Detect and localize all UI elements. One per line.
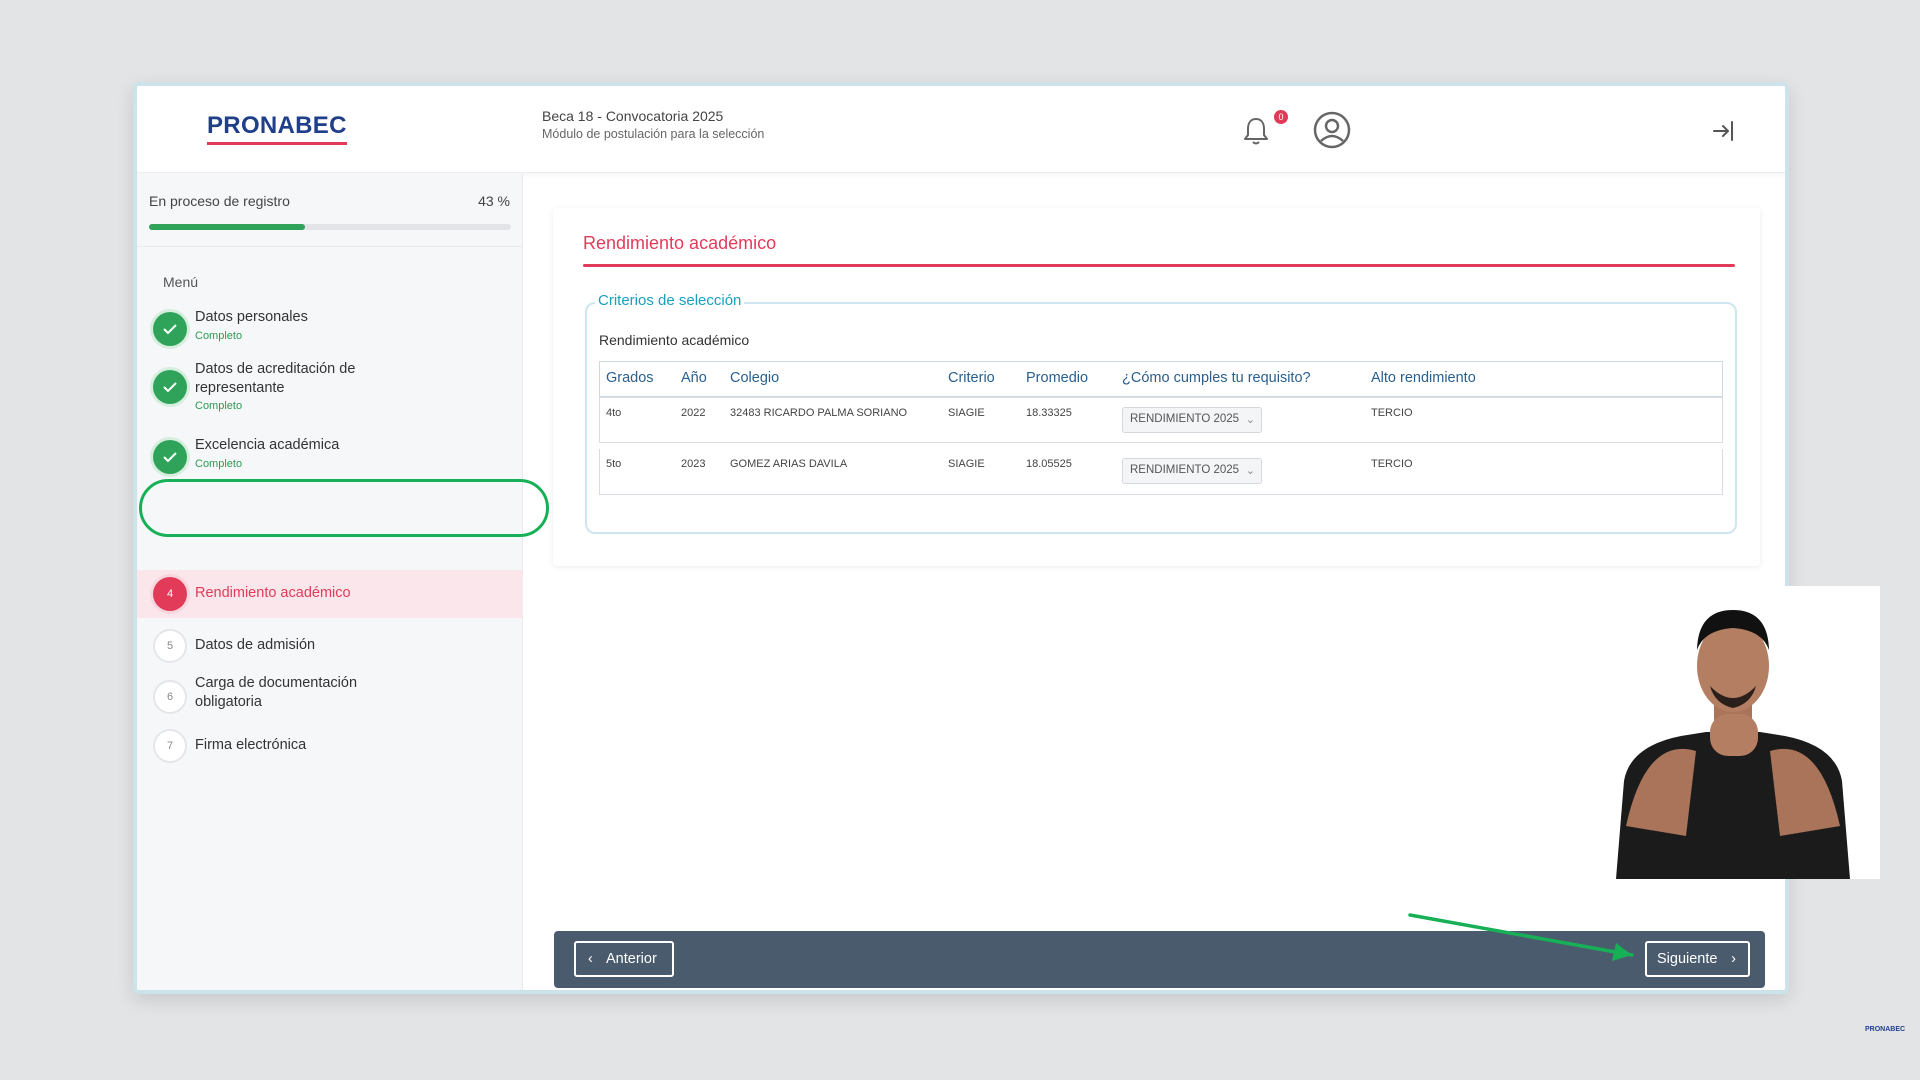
- chevron-right-icon: ›: [1731, 951, 1736, 967]
- column-header-requisito: ¿Cómo cumples tu requisito?: [1122, 370, 1311, 386]
- step-title: Excelencia académica: [195, 437, 340, 453]
- check-icon: [153, 370, 187, 404]
- chevron-down-icon: ⌄: [1245, 414, 1255, 426]
- pronabec-logo: PRONABEC: [207, 112, 347, 145]
- cell-promedio: 18.05525: [1026, 458, 1072, 470]
- fieldset-legend: Criterios de selección: [595, 292, 745, 309]
- check-icon: [153, 312, 187, 346]
- sidebar-step-carga-documentacion[interactable]: 6 Carga de documentación obligatoria: [137, 674, 523, 720]
- progress-bar-fill: [149, 224, 305, 230]
- step-title: Firma electrónica: [195, 737, 307, 753]
- sidebar-step-datos-acreditacion[interactable]: Datos de acreditación de representante C…: [137, 358, 523, 418]
- step-number: 5: [153, 629, 187, 663]
- cell-colegio: GOMEZ ARIAS DAVILA: [730, 458, 848, 470]
- app-window: PRONABEC Beca 18 - Convocatoria 2025 Mód…: [133, 82, 1789, 994]
- annotation-highlight: [139, 479, 549, 537]
- column-header-anio: Año: [681, 370, 707, 386]
- sidebar-step-firma-electronica[interactable]: 7 Firma electrónica: [137, 726, 523, 766]
- column-header-promedio: Promedio: [1026, 370, 1089, 386]
- requisito-select[interactable]: RENDIMIENTO 2025 ⌄: [1122, 407, 1262, 433]
- section-title: Rendimiento académico: [583, 233, 777, 253]
- cell-anio: 2022: [681, 407, 706, 419]
- cell-grado: 5to: [606, 458, 622, 470]
- progress-label: En proceso de registro: [149, 193, 290, 209]
- top-bar: PRONABEC Beca 18 - Convocatoria 2025 Mód…: [137, 86, 1785, 173]
- page-title: Beca 18 - Convocatoria 2025: [542, 108, 724, 124]
- sidebar: En proceso de registro 43 % Menú Datos p…: [137, 174, 523, 990]
- sidebar-step-datos-admision[interactable]: 5 Datos de admisión: [137, 626, 523, 666]
- step-status: Completo: [195, 330, 243, 342]
- column-header-grados: Grados: [606, 370, 654, 386]
- progress-bar: [149, 224, 511, 230]
- step-title: Rendimiento académico: [195, 585, 351, 601]
- cell-promedio: 18.33325: [1026, 407, 1072, 419]
- step-status: Completo: [195, 400, 243, 412]
- requisito-select[interactable]: RENDIMIENTO 2025 ⌄: [1122, 458, 1262, 484]
- bell-icon[interactable]: [1239, 114, 1273, 148]
- page-subtitle: Módulo de postulación para la selección: [542, 127, 765, 141]
- criteria-fieldset: Criterios de selección Rendimiento acadé…: [585, 292, 1737, 534]
- table-row: 5to 2023 GOMEZ ARIAS DAVILA SIAGIE 18.05…: [599, 449, 1723, 495]
- next-label: Siguiente: [1657, 951, 1718, 967]
- previous-button[interactable]: ‹ Anterior: [574, 941, 674, 977]
- sidebar-step-excelencia-academica[interactable]: Excelencia académica Completo: [137, 434, 523, 480]
- cell-criterio: SIAGIE: [948, 458, 985, 470]
- divider: [137, 246, 522, 247]
- fieldset-subtitle: Rendimiento académico: [599, 332, 750, 348]
- interpreter-figure: [1586, 586, 1880, 879]
- select-value: RENDIMIENTO 2025: [1130, 464, 1240, 476]
- chevron-down-icon: ⌄: [1245, 465, 1255, 477]
- step-title: Datos de admisión: [195, 637, 316, 653]
- check-icon: [153, 440, 187, 474]
- column-header-alto-rendimiento: Alto rendimiento: [1371, 370, 1476, 386]
- sidebar-step-datos-personales[interactable]: Datos personales Completo: [137, 306, 523, 352]
- sign-language-interpreter-video: [1586, 586, 1880, 879]
- table-header: Grados Año Colegio Criterio Promedio ¿Có…: [599, 361, 1723, 397]
- cell-grado: 4to: [606, 407, 622, 419]
- step-number: 7: [153, 729, 187, 763]
- step-title: Datos de acreditación de representante: [195, 361, 356, 396]
- corner-watermark-logo: PRONABEC: [1865, 1026, 1906, 1033]
- chevron-left-icon: ‹: [588, 951, 593, 967]
- next-button[interactable]: Siguiente ›: [1645, 941, 1750, 977]
- notification-badge: 0: [1274, 110, 1288, 124]
- step-title: Datos personales: [195, 309, 308, 325]
- main-card: Rendimiento académico Criterios de selec…: [553, 208, 1760, 566]
- step-number: 6: [153, 680, 187, 714]
- logout-icon[interactable]: [1711, 118, 1737, 144]
- select-value: RENDIMIENTO 2025: [1130, 413, 1240, 425]
- step-status: Completo: [195, 458, 243, 470]
- sidebar-step-rendimiento-academico[interactable]: 4 Rendimiento académico: [137, 570, 523, 618]
- step-number: 4: [153, 577, 187, 611]
- step-title: Carga de documentación obligatoria: [195, 675, 358, 710]
- cell-colegio: 32483 RICARDO PALMA SORIANO: [730, 407, 908, 419]
- section-divider: [583, 264, 1735, 267]
- table-row: 4to 2022 32483 RICARDO PALMA SORIANO SIA…: [599, 397, 1723, 443]
- column-header-criterio: Criterio: [948, 370, 995, 386]
- user-avatar-icon[interactable]: [1313, 111, 1351, 149]
- column-header-colegio: Colegio: [730, 370, 780, 386]
- cell-anio: 2023: [681, 458, 706, 470]
- menu-label: Menú: [163, 274, 199, 290]
- cell-alto-rendimiento: TERCIO: [1371, 458, 1413, 470]
- previous-label: Anterior: [606, 951, 657, 967]
- cell-criterio: SIAGIE: [948, 407, 985, 419]
- criteria-table: Grados Año Colegio Criterio Promedio ¿Có…: [599, 361, 1723, 495]
- annotation-arrow: [1408, 913, 1634, 961]
- cell-alto-rendimiento: TERCIO: [1371, 407, 1413, 419]
- progress-percent: 43 %: [478, 193, 510, 209]
